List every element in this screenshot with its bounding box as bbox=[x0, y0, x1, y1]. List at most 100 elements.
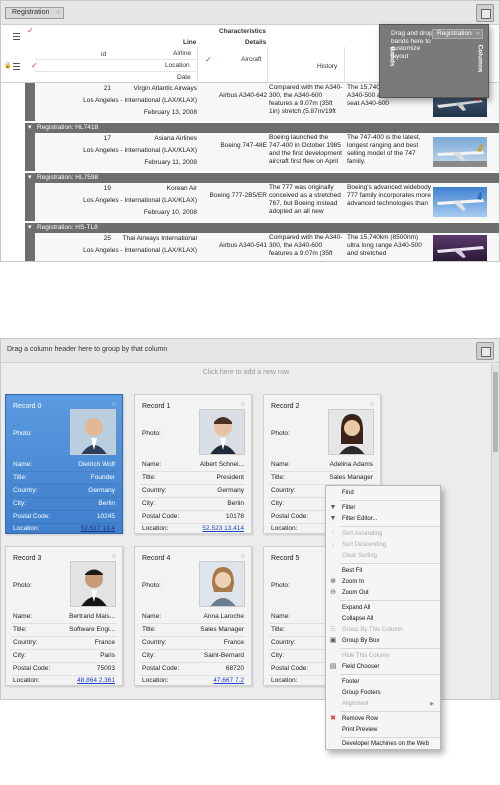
name-value: Dietrich Wolf bbox=[78, 461, 115, 468]
city-label: City: bbox=[13, 652, 26, 659]
menu-sort-descending[interactable]: ↓ Sort Descending bbox=[326, 540, 440, 550]
menu-footer[interactable]: Footer bbox=[326, 677, 440, 687]
header-characteristics[interactable]: Characteristics bbox=[219, 28, 266, 35]
table-row[interactable]: 25 Thai Airways International Los Angele… bbox=[35, 233, 499, 261]
location-link[interactable]: 52.517 13.4 bbox=[81, 525, 115, 532]
menu-zoom-out-label: Zoom Out bbox=[342, 590, 369, 596]
menu-remove-row[interactable]: ✖ Remove Row bbox=[326, 714, 440, 724]
header-history[interactable]: History bbox=[317, 63, 337, 70]
registration-group-chip[interactable]: Registration ○ bbox=[5, 7, 65, 19]
menu-field-chooser[interactable]: ▤ Field Chooser bbox=[326, 662, 440, 672]
name-value: Albert Schnei... bbox=[199, 461, 244, 468]
columns-tab[interactable]: Columns bbox=[477, 45, 484, 73]
table-row[interactable]: 17 Asiana Airlines Los Angeles - Interna… bbox=[35, 133, 499, 171]
menu-sort-ascending[interactable]: ↑ Sort Ascending bbox=[326, 529, 440, 539]
header-details[interactable]: Details bbox=[245, 39, 266, 46]
record-card[interactable]: Record 4 ○ Photo: Name: Anna Laroche Tit… bbox=[134, 546, 252, 686]
country-value: Germany bbox=[88, 487, 115, 494]
menu-zoom-in[interactable]: ⊕ Zoom In bbox=[326, 577, 440, 587]
country-value: France bbox=[223, 639, 244, 646]
registration-band-chip[interactable]: Registration ○ bbox=[432, 29, 483, 39]
postal-label: Postal Code: bbox=[142, 513, 180, 520]
title-value: Founder bbox=[90, 474, 115, 481]
menu-find[interactable]: Find bbox=[326, 488, 440, 498]
location-link[interactable]: 52.523 13.414 bbox=[202, 525, 244, 532]
title-label: Title: bbox=[13, 474, 27, 481]
group-indent bbox=[25, 133, 35, 171]
cell-date: February 13, 2008 bbox=[143, 109, 197, 116]
header-aircraft[interactable]: Aircraft bbox=[241, 56, 262, 63]
location-label: Location: bbox=[142, 525, 169, 532]
menu-group-by-column[interactable]: ☰ Group By This Column bbox=[326, 625, 440, 635]
chip-close-icon[interactable]: ○ bbox=[476, 30, 480, 38]
group-row-header[interactable]: Registration: HS-TL8 bbox=[25, 223, 499, 233]
cell-aircraft: Boeing 777-2B5/ER bbox=[209, 192, 267, 199]
menu-best-fit[interactable]: Best Fit bbox=[326, 566, 440, 576]
group-row-header[interactable]: Registration: HL7598 bbox=[25, 173, 499, 183]
name-value: Adelina Adams bbox=[329, 461, 373, 468]
cell-id: 21 bbox=[103, 85, 111, 92]
header-location[interactable]: Location bbox=[165, 62, 190, 69]
menu-clear-sorting-label: Clear Sorting bbox=[342, 553, 378, 559]
card-close-icon[interactable]: ○ bbox=[241, 401, 245, 408]
menu-clear-sorting[interactable]: Clear Sorting bbox=[326, 551, 440, 561]
header-date[interactable]: Date bbox=[177, 74, 191, 81]
header-airline[interactable]: Airline bbox=[173, 50, 191, 57]
submenu-arrow-icon: ▶ bbox=[430, 701, 434, 707]
location-label: Location: bbox=[271, 677, 298, 684]
header-line[interactable]: Line bbox=[183, 39, 196, 46]
title-label: Title: bbox=[13, 626, 27, 633]
cell-date: February 10, 2008 bbox=[143, 209, 197, 216]
menu-developer-machines[interactable]: Developer Machines on the Web bbox=[326, 739, 440, 749]
title-label: Title: bbox=[142, 474, 156, 481]
menu-group-by-box[interactable]: ▣ Group By Box bbox=[326, 636, 440, 646]
menu-group-footers[interactable]: Group Footers bbox=[326, 688, 440, 698]
menu-zoom-out[interactable]: ⊖ Zoom Out bbox=[326, 588, 440, 598]
menu-filter-editor[interactable]: ▼ Filter Editor... bbox=[326, 514, 440, 524]
band-lines-icon[interactable] bbox=[13, 33, 20, 40]
record-card[interactable]: Record 3 ○ Photo: Name: Bertrand Mais...… bbox=[5, 546, 123, 686]
menu-remove-row-label: Remove Row bbox=[342, 716, 379, 722]
scrollbar-thumb[interactable] bbox=[493, 372, 498, 452]
chip-close-icon[interactable]: ○ bbox=[56, 8, 60, 18]
group-chip-label: Registration bbox=[12, 9, 50, 16]
table-row[interactable]: 19 Korean Air Los Angeles - Internationa… bbox=[35, 183, 499, 221]
menu-group-by-column-label: Group By This Column bbox=[342, 627, 403, 633]
postal-value: 68720 bbox=[225, 665, 244, 672]
menu-alignment[interactable]: Alignment ▶ bbox=[326, 699, 440, 709]
name-label: Name: bbox=[271, 461, 291, 468]
drag-hint: Drag and drop bands here to customize la… bbox=[391, 30, 433, 60]
city-label: City: bbox=[13, 500, 26, 507]
row-lines-icon[interactable] bbox=[13, 63, 20, 70]
menu-filter[interactable]: ▼ Filter bbox=[326, 503, 440, 513]
city-label: City: bbox=[271, 500, 284, 507]
location-link[interactable]: 48.864 2.361 bbox=[77, 677, 115, 684]
menu-footer-label: Footer bbox=[342, 679, 360, 685]
menu-field-chooser-label: Field Chooser bbox=[342, 664, 380, 670]
check-icon: ✓ bbox=[27, 26, 34, 35]
record-card[interactable]: Record 1 ○ Photo: Name: Albert Schnei...… bbox=[134, 394, 252, 534]
photo-label: Photo: bbox=[271, 430, 290, 437]
aircraft-photo bbox=[433, 187, 487, 217]
header-id[interactable]: id bbox=[101, 51, 106, 58]
sort-descending-icon: ↓ bbox=[331, 541, 335, 548]
new-row-prompt[interactable]: Click here to add a new row bbox=[1, 369, 491, 376]
cell-id: 19 bbox=[103, 185, 111, 192]
vertical-scrollbar[interactable] bbox=[491, 364, 499, 699]
cell-id: 25 bbox=[103, 235, 111, 242]
customize-button[interactable] bbox=[476, 342, 494, 360]
menu-expand-all[interactable]: Expand All bbox=[326, 603, 440, 613]
menu-hide-column[interactable]: Hide This Column bbox=[326, 651, 440, 661]
group-row-header[interactable]: Registration: HL7418 bbox=[25, 123, 499, 133]
card-close-icon[interactable]: ○ bbox=[112, 401, 116, 408]
card-close-icon[interactable]: ○ bbox=[112, 553, 116, 560]
menu-print-preview[interactable]: Print Preview bbox=[326, 725, 440, 735]
photo-label: Photo: bbox=[142, 582, 161, 589]
menu-collapse-all[interactable]: Collapse All bbox=[326, 614, 440, 624]
customize-button[interactable] bbox=[476, 4, 494, 22]
card-close-icon[interactable]: ○ bbox=[370, 401, 374, 408]
city-value: Berlin bbox=[98, 500, 115, 507]
card-close-icon[interactable]: ○ bbox=[241, 553, 245, 560]
record-card[interactable]: Record 0 ○ Photo: Name: Dietrich Wolf Ti… bbox=[5, 394, 123, 534]
location-link[interactable]: 47.667 7.2 bbox=[213, 677, 244, 684]
